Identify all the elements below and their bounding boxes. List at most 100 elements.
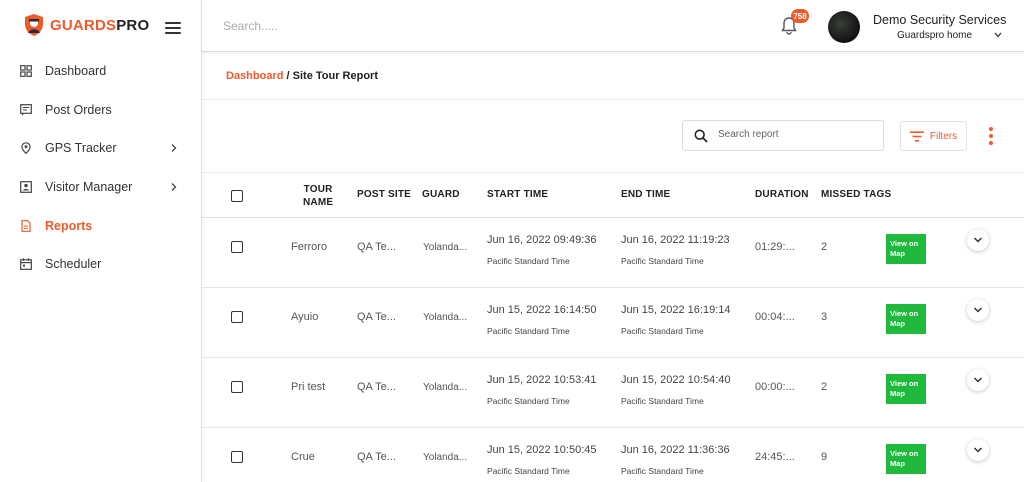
more-options-icon[interactable] xyxy=(987,127,995,147)
view-on-map-button[interactable]: View on Map xyxy=(886,374,926,404)
breadcrumb: Dashboard / Site Tour Report xyxy=(226,70,378,82)
start-time-cell: Jun 15, 2022 10:50:45 xyxy=(487,444,597,456)
chevron-down-icon[interactable] xyxy=(994,31,1002,39)
sidebar-item-label: Scheduler xyxy=(45,257,102,272)
column-header-tour-name[interactable]: TOUR NAME xyxy=(303,183,333,209)
tour-name-cell: Ferroro xyxy=(291,241,328,253)
guard-shield-icon xyxy=(25,14,43,36)
sidebar-item-reports[interactable]: Reports xyxy=(0,206,201,245)
post-site-cell: QA Te... xyxy=(357,381,396,393)
post-site-cell: QA Te... xyxy=(357,311,396,323)
sidebar: GUARDSPRO Dashboard Post Orders GPS Trac… xyxy=(0,0,202,482)
table-header: TOUR NAME POST SITE GUARD START TIME END … xyxy=(202,172,1024,218)
tour-name-cell: Ayuio xyxy=(291,311,319,323)
sidebar-item-label: GPS Tracker xyxy=(45,141,117,156)
end-timezone-label: Pacific Standard Time xyxy=(621,466,704,476)
global-search-input[interactable] xyxy=(223,19,523,33)
report-search-box xyxy=(682,120,884,151)
notification-count-badge: 758 xyxy=(791,9,809,23)
sidebar-item-label: Post Orders xyxy=(45,102,112,117)
user-name[interactable]: Demo Security Services xyxy=(873,13,1006,27)
expand-row-button[interactable] xyxy=(967,229,989,251)
end-time-cell: Jun 15, 2022 16:19:14 xyxy=(621,304,731,316)
user-organization[interactable]: Guardspro home xyxy=(897,30,972,41)
chevron-right-icon xyxy=(171,182,177,191)
post-orders-icon xyxy=(20,103,32,116)
chevron-down-icon xyxy=(973,307,983,313)
duration-cell: 24:45:... xyxy=(755,451,795,463)
chevron-down-icon xyxy=(973,377,983,383)
table-row: Crue QA Te... Yolanda... Jun 15, 2022 10:50… xyxy=(202,428,1024,482)
guard-cell: Yolanda... xyxy=(423,312,468,323)
breadcrumb-bar: Dashboard / Site Tour Report xyxy=(202,53,1024,100)
sidebar-item-post-orders[interactable]: Post Orders xyxy=(0,91,201,130)
expand-row-button[interactable] xyxy=(967,369,989,391)
missed-tags-cell: 9 xyxy=(821,451,828,463)
column-header-guard[interactable]: GUARD xyxy=(422,189,460,200)
missed-tags-cell: 2 xyxy=(821,241,828,253)
start-timezone-label: Pacific Standard Time xyxy=(487,326,570,336)
document-icon xyxy=(20,219,32,232)
filters-label: Filters xyxy=(929,130,958,142)
sidebar-item-label: Visitor Manager xyxy=(45,180,133,195)
view-on-map-button[interactable]: View on Map xyxy=(886,444,926,474)
search-icon xyxy=(694,129,708,143)
visitor-badge-icon xyxy=(20,181,32,193)
calendar-icon xyxy=(20,258,32,271)
column-header-start-time[interactable]: START TIME xyxy=(487,189,548,200)
expand-row-button[interactable] xyxy=(967,299,989,321)
top-header: 758 Demo Security Services Guardspro hom… xyxy=(202,0,1024,52)
row-select-checkbox[interactable] xyxy=(231,311,243,323)
start-timezone-label: Pacific Standard Time xyxy=(487,396,570,406)
view-on-map-button[interactable]: View on Map xyxy=(886,234,926,264)
view-on-map-button[interactable]: View on Map xyxy=(886,304,926,334)
breadcrumb-home-link[interactable]: Dashboard xyxy=(226,70,283,82)
column-header-post-site[interactable]: POST SITE xyxy=(357,189,411,200)
sidebar-item-gps-tracker[interactable]: GPS Tracker xyxy=(0,129,201,168)
duration-cell: 00:00:... xyxy=(755,381,795,393)
sidebar-item-visitor-manager[interactable]: Visitor Manager xyxy=(0,168,201,207)
end-timezone-label: Pacific Standard Time xyxy=(621,396,704,406)
end-time-cell: Jun 15, 2022 10:54:40 xyxy=(621,374,731,386)
sidebar-item-scheduler[interactable]: Scheduler xyxy=(0,245,201,284)
table-row: Ferroro QA Te... Yolanda... Jun 16, 2022 09… xyxy=(202,218,1024,288)
expand-row-button[interactable] xyxy=(967,439,989,461)
sidebar-item-dashboard[interactable]: Dashboard xyxy=(0,52,201,91)
row-select-checkbox[interactable] xyxy=(231,241,243,253)
report-search-input[interactable] xyxy=(718,129,878,140)
breadcrumb-current: Site Tour Report xyxy=(292,70,378,82)
column-header-missed-tags[interactable]: MISSED TAGS xyxy=(821,189,891,200)
missed-tags-cell: 2 xyxy=(821,381,828,393)
avatar[interactable] xyxy=(828,11,860,43)
sidebar-item-label: Reports xyxy=(45,218,93,233)
post-site-cell: QA Te... xyxy=(357,451,396,463)
table-row: Ayuio QA Te... Yolanda... Jun 15, 2022 16:1… xyxy=(202,288,1024,358)
guard-cell: Yolanda... xyxy=(423,242,468,253)
table-row: Pri test QA Te... Yolanda... Jun 15, 2022 1… xyxy=(202,358,1024,428)
post-site-cell: QA Te... xyxy=(357,241,396,253)
filters-button[interactable]: Filters xyxy=(900,121,967,151)
chevron-down-icon xyxy=(973,237,983,243)
end-timezone-label: Pacific Standard Time xyxy=(621,326,704,336)
brand-part1: GUARDS xyxy=(50,16,117,34)
select-all-checkbox[interactable] xyxy=(231,190,243,202)
row-select-checkbox[interactable] xyxy=(231,451,243,463)
sidebar-nav: Dashboard Post Orders GPS Tracker Visito… xyxy=(0,52,201,284)
duration-cell: 00:04:... xyxy=(755,311,795,323)
breadcrumb-separator: / xyxy=(283,70,293,82)
brand-logo[interactable]: GUARDSPRO xyxy=(24,13,149,37)
row-select-checkbox[interactable] xyxy=(231,381,243,393)
start-timezone-label: Pacific Standard Time xyxy=(487,466,570,476)
menu-toggle-icon[interactable] xyxy=(165,22,181,34)
start-timezone-label: Pacific Standard Time xyxy=(487,256,570,266)
column-header-duration[interactable]: DURATION xyxy=(755,189,809,200)
guard-cell: Yolanda... xyxy=(423,382,468,393)
tour-name-cell: Pri test xyxy=(291,381,326,393)
end-time-cell: Jun 16, 2022 11:19:23 xyxy=(621,234,730,246)
brand-part2: PRO xyxy=(116,16,150,34)
start-time-cell: Jun 15, 2022 10:53:41 xyxy=(487,374,597,386)
end-timezone-label: Pacific Standard Time xyxy=(621,256,704,266)
column-header-end-time[interactable]: END TIME xyxy=(621,189,670,200)
missed-tags-cell: 3 xyxy=(821,311,828,323)
filter-icon xyxy=(909,130,924,142)
